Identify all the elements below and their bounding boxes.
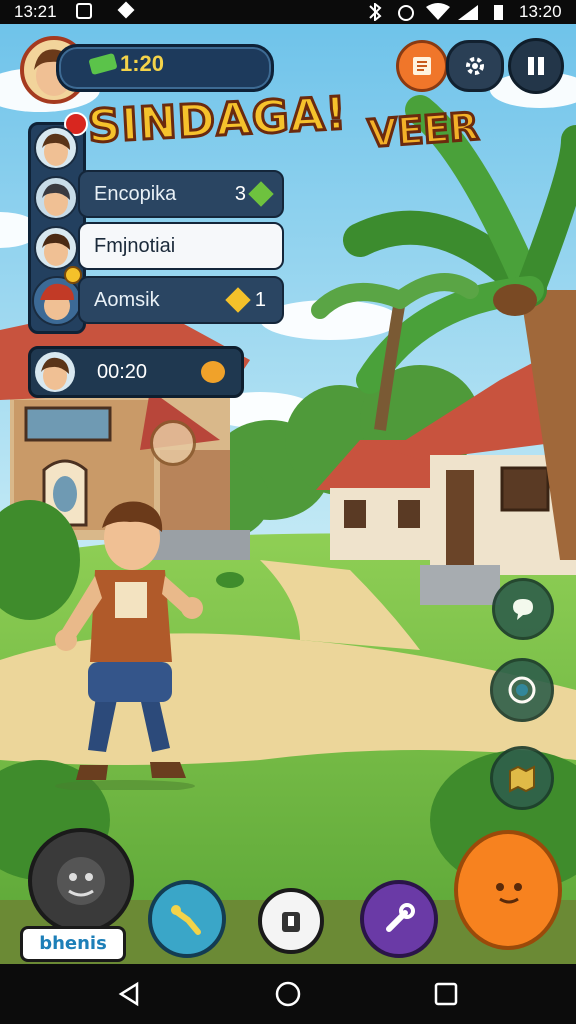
player-character[interactable]	[40, 490, 210, 790]
countdown-panel: 00:20	[28, 346, 244, 398]
bell-icon	[201, 361, 225, 383]
pause-button[interactable]	[508, 38, 564, 94]
player-avatar-3[interactable]	[34, 226, 78, 270]
player-row-1[interactable]: Encopika 3	[78, 170, 284, 218]
map-icon	[509, 765, 535, 793]
player-score: 1	[254, 288, 266, 311]
dino-skill-icon	[57, 857, 105, 905]
notification-icon	[76, 3, 92, 19]
home-circle-icon	[275, 981, 301, 1007]
sword-icon	[171, 905, 201, 935]
pause-icon	[528, 57, 544, 75]
game-scene[interactable]	[0, 24, 576, 964]
countdown-avatar	[35, 352, 75, 392]
player-avatar-1[interactable]	[34, 126, 78, 170]
back-button[interactable]	[110, 978, 150, 1010]
skill-button[interactable]	[28, 828, 134, 934]
leaf-icon	[248, 181, 274, 207]
home-button[interactable]	[268, 978, 308, 1010]
map-button[interactable]	[490, 746, 554, 810]
battery-icon	[494, 5, 503, 20]
player-name: Encopika	[94, 182, 177, 205]
game-title-secondary: VEER	[365, 103, 481, 158]
session-timer: 1:20	[120, 51, 165, 76]
target-button[interactable]	[490, 658, 554, 722]
pet-face-icon	[496, 883, 522, 904]
skill-label: bhenis	[20, 926, 126, 962]
backpack-button[interactable]	[258, 888, 324, 954]
gem-icon	[225, 287, 251, 313]
cash-icon	[89, 53, 117, 75]
player-row-2[interactable]: Fmjnotiai	[78, 222, 284, 270]
signal-icon	[458, 5, 478, 20]
bluetooth-icon	[369, 3, 382, 21]
recents-square-icon	[434, 982, 458, 1006]
backpack-icon	[282, 912, 300, 932]
location-icon	[117, 1, 135, 19]
status-time-right: 13:20	[519, 2, 562, 21]
back-triangle-icon	[118, 981, 139, 1007]
player-score: 3	[234, 182, 246, 205]
player-name: Fmjnotiai	[94, 234, 176, 257]
system-icons	[369, 3, 503, 21]
player-row-3[interactable]: Aomsik 1	[78, 276, 284, 324]
player-name: Aomsik	[94, 288, 160, 311]
countdown-timer: 00:20	[97, 360, 148, 383]
gear-icon	[466, 57, 484, 75]
tool-button[interactable]	[360, 880, 438, 958]
wrench-icon	[386, 903, 415, 932]
status-time-left: 13:21	[14, 2, 57, 21]
quest-marker-icon[interactable]	[150, 420, 196, 466]
system-nav-bar	[0, 964, 576, 1024]
book-icon	[413, 57, 431, 75]
recents-button[interactable]	[426, 978, 466, 1010]
pet-companion-button[interactable]	[454, 830, 562, 950]
chat-button[interactable]	[492, 578, 554, 640]
wifi-icon	[426, 3, 450, 20]
target-icon	[508, 676, 536, 704]
status-bar: 13:21 13:20	[0, 0, 576, 24]
settings-button[interactable]	[446, 40, 504, 92]
alarm-icon	[398, 5, 414, 21]
sword-button[interactable]	[148, 880, 226, 958]
player-avatar-2[interactable]	[34, 176, 78, 220]
speech-bubble-icon	[513, 599, 533, 620]
book-button[interactable]	[396, 40, 448, 92]
